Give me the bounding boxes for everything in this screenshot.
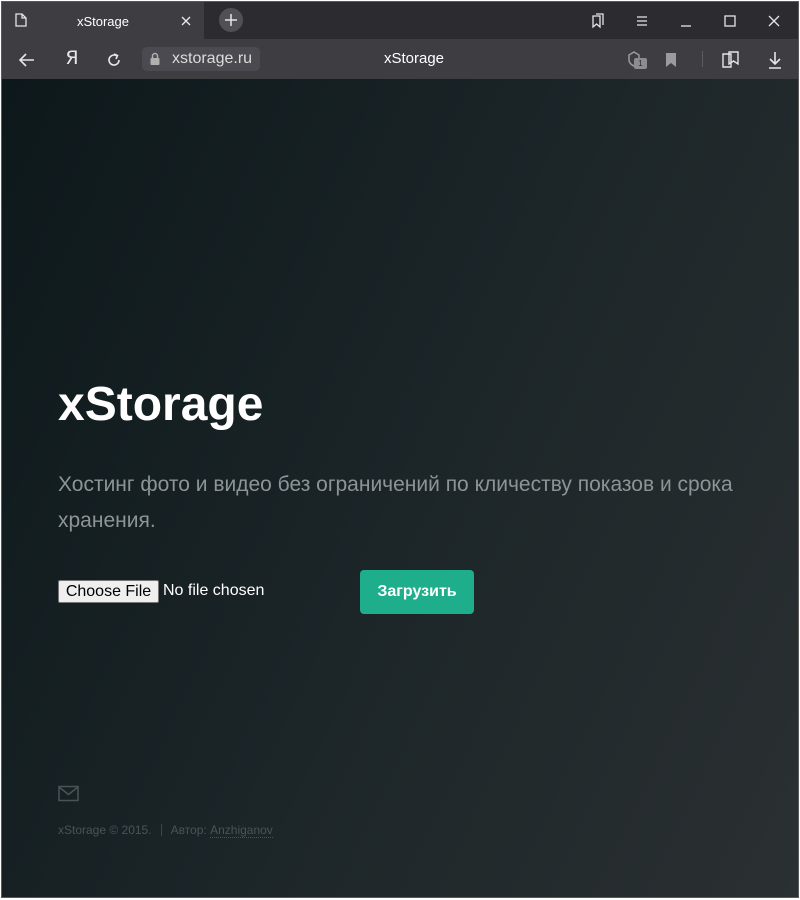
minimize-button[interactable] — [676, 11, 696, 31]
hamburger-icon — [637, 16, 647, 26]
page-subtitle: Хостинг фото и видео без ограничений по … — [58, 473, 733, 532]
minimize-icon — [681, 25, 691, 27]
menu-button[interactable] — [632, 11, 652, 31]
browser-toolbar: Я xstorage.ru xStorage 1 — [2, 39, 798, 79]
page-viewport: xStorage Хостинг фото и видео без ограни… — [2, 79, 798, 897]
upload-button[interactable]: Загрузить — [360, 570, 474, 614]
collections-button[interactable] — [720, 49, 742, 71]
bookmark-button[interactable] — [660, 49, 682, 71]
shield-badge: 1 — [634, 58, 647, 69]
arrow-left-icon — [18, 53, 34, 67]
tab-strip: xStorage — [2, 2, 798, 39]
toolbar-divider — [702, 51, 703, 67]
footer-separator — [160, 824, 162, 836]
close-icon — [768, 15, 780, 27]
close-window-button[interactable] — [764, 11, 784, 31]
plus-icon — [225, 14, 237, 26]
footer-author-label: Автор: — [170, 823, 207, 837]
new-tab-button[interactable] — [219, 8, 243, 32]
tab-title: xStorage — [76, 14, 130, 29]
footer: xStorage © 2015. Автор: Anzhiganov — [58, 823, 273, 838]
toolbar-page-title: xStorage — [383, 50, 445, 67]
lock-icon — [149, 52, 161, 71]
close-icon[interactable] — [180, 14, 192, 32]
reload-button[interactable] — [103, 49, 125, 71]
download-icon — [769, 52, 781, 69]
mail-icon[interactable] — [58, 785, 79, 807]
page-title: xStorage — [58, 378, 264, 431]
footer-copyright: xStorage © 2015. — [58, 823, 152, 837]
tab-active[interactable]: xStorage — [2, 2, 204, 39]
maximize-icon — [724, 15, 736, 27]
reload-icon — [108, 53, 120, 66]
bookmarks-icon — [592, 13, 604, 29]
address-domain: xstorage.ru — [172, 50, 253, 67]
maximize-button[interactable] — [720, 11, 740, 31]
collections-icon — [722, 51, 739, 68]
author-link[interactable]: Anzhiganov — [210, 823, 273, 838]
yandex-button[interactable]: Я — [64, 47, 80, 71]
bookmark-icon — [666, 53, 676, 67]
bookmarks-panel-button[interactable] — [588, 11, 608, 31]
address-bar[interactable]: xstorage.ru — [142, 47, 260, 71]
file-status: No file chosen — [163, 582, 265, 599]
back-button[interactable] — [16, 49, 38, 71]
choose-file-button[interactable]: Choose File — [58, 580, 159, 603]
browser-window: xStorage Я xstorage.ru xStorage 1 xStora… — [1, 1, 799, 898]
downloads-button[interactable] — [764, 49, 786, 71]
